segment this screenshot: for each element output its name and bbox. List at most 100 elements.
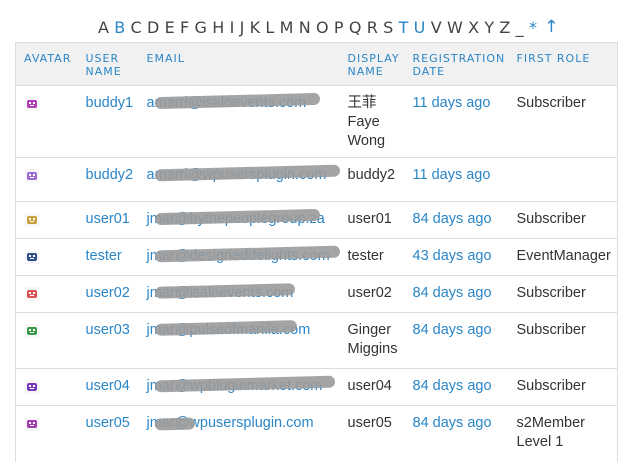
registration-date: 43 days ago [412, 248, 492, 264]
alpha-filter-e: E [164, 17, 175, 37]
user-name-link[interactable]: user03 [86, 322, 130, 338]
registration-date-cell: 11 days ago [404, 85, 509, 158]
registration-date-cell: 84 days ago [404, 275, 509, 313]
user-name-link[interactable]: buddy1 [86, 95, 134, 111]
display-name-line: Faye [347, 114, 380, 130]
display-name-cell: 王菲 Faye Wong [339, 85, 405, 158]
alpha-filter-v: V [430, 17, 442, 37]
alpha-filter-b[interactable]: B [114, 18, 125, 37]
avatar-icon [25, 169, 39, 183]
avatar-cell [15, 85, 78, 158]
display-name-line: user05 [347, 415, 392, 431]
registration-date-cell: 84 days ago [404, 312, 509, 369]
user-name-link[interactable]: user02 [86, 285, 130, 301]
registration-date: 84 days ago [412, 378, 492, 394]
avatar-icon [25, 417, 39, 431]
registration-date-cell: 84 days ago [404, 201, 509, 239]
column-header-registration-date[interactable]: Registration Date [404, 42, 509, 86]
avatar-cell [15, 368, 78, 406]
first-role-cell: Subscriber [508, 201, 618, 239]
email-cell: jmar@wpusersplugin.com [138, 405, 340, 462]
table-row: user04 jmar@wpbluginmarket.com user04 84 da… [15, 368, 618, 406]
display-name-line: Miggins [347, 341, 398, 357]
display-name-cell: user02 [339, 275, 405, 313]
registration-date-cell: 43 days ago [404, 238, 509, 276]
column-header-display-name[interactable]: Display Name [339, 42, 405, 86]
first-role-line: Level 1 [516, 434, 564, 450]
first-role-line: Subscriber [516, 322, 586, 338]
first-role-line: s2Member [516, 415, 586, 431]
registration-date: 84 days ago [412, 415, 492, 431]
avatar-cell [15, 275, 78, 313]
column-header-first-role[interactable]: First Role [508, 42, 618, 86]
alpha-filter-z: Z [499, 17, 511, 37]
alpha-filter-w: W [446, 17, 463, 37]
alpha-filter-d: D [147, 17, 160, 37]
avatar-cell [15, 312, 78, 369]
display-name-line: buddy2 [347, 167, 396, 183]
registration-date: 11 days ago [412, 95, 491, 111]
redaction-mark [154, 417, 195, 431]
display-name-line: Ginger [347, 322, 392, 338]
user-name-cell: tester [77, 238, 139, 276]
email-cell: jmar@wpbluginmarket.com [138, 368, 340, 406]
user-name-link[interactable]: user01 [86, 211, 130, 227]
display-name-line: user01 [347, 211, 392, 227]
display-name-cell: user01 [339, 201, 405, 239]
alpha-filter-all[interactable]: * [529, 18, 537, 37]
email-cell: jmar@isaloevents.com [138, 275, 340, 313]
user-name-cell: buddy2 [77, 157, 139, 202]
first-role-line: EventManager [516, 248, 611, 264]
alpha-filter-c: C [130, 17, 142, 37]
scroll-up-arrow-icon[interactable]: ↑ [544, 17, 558, 37]
user-name-link[interactable]: tester [86, 248, 122, 264]
table-row: buddy2amarri@wpusersplugin.combuddy211 d… [15, 157, 618, 202]
first-role-line: Subscriber [516, 378, 586, 394]
user-name-link[interactable]: user04 [86, 378, 130, 394]
alpha-filter-s: S [383, 17, 394, 37]
registration-date: 84 days ago [412, 285, 492, 301]
alpha-filter-h: H [212, 17, 225, 37]
registration-date: 11 days ago [412, 167, 491, 183]
registration-date: 84 days ago [412, 211, 492, 227]
first-role-line: Subscriber [516, 285, 586, 301]
alpha-filter-g: G [194, 17, 207, 37]
alpha-filter-r: R [366, 17, 378, 37]
first-role-line: Subscriber [516, 211, 586, 227]
first-role-line: Subscriber [516, 95, 586, 111]
column-header-email[interactable]: Email [138, 42, 340, 86]
alphabet-filter: A B C D E F G H I J K L M N O P Q R S T U V W X Y Z _ * ↑ [98, 14, 559, 40]
avatar-icon [25, 97, 39, 111]
display-name-line: user04 [347, 378, 392, 394]
column-header-user-name[interactable]: User Name [77, 42, 139, 86]
email-cell: jmar@bythepeoplegroup.za [138, 201, 340, 239]
user-name-cell: user04 [77, 368, 139, 406]
alpha-filter-x: X [468, 17, 480, 37]
alpha-filter-j: J [239, 17, 245, 37]
table-row: user01 jmar@bythepeoplegroup.za user01 84 d… [15, 201, 618, 239]
user-name-cell: user02 [77, 275, 139, 313]
column-header-avatar: Avatar [15, 42, 78, 86]
registration-date-cell: 84 days ago [404, 368, 509, 406]
display-name-line: 王菲 [347, 95, 377, 111]
user-name-link[interactable]: buddy2 [86, 167, 134, 183]
user-name-cell: buddy1 [77, 85, 139, 158]
alpha-filter-u[interactable]: U [414, 18, 426, 37]
avatar-icon [25, 250, 39, 264]
avatar-icon [25, 324, 39, 338]
display-name-line: user02 [347, 285, 392, 301]
alpha-filter-n: N [298, 17, 311, 37]
first-role-cell: Subscriber [508, 275, 618, 313]
table-header-row: Avatar User Name Email Display Name Regi… [15, 42, 618, 86]
user-name-link[interactable]: user05 [86, 415, 130, 431]
user-name-cell: user01 [77, 201, 139, 239]
display-name-cell: tester [339, 238, 405, 276]
alpha-filter-underscore: _ [515, 17, 524, 37]
avatar-icon [25, 380, 39, 394]
alpha-filter-f: F [180, 17, 190, 37]
table-row: user02 jmar@isaloevents.com user02 84 days … [15, 275, 618, 313]
display-name-line: tester [347, 248, 384, 264]
alpha-filter-t[interactable]: T [399, 18, 409, 37]
email-cell: jmar@designeddelights.com [138, 238, 340, 276]
first-role-cell: EventManager [508, 238, 618, 276]
